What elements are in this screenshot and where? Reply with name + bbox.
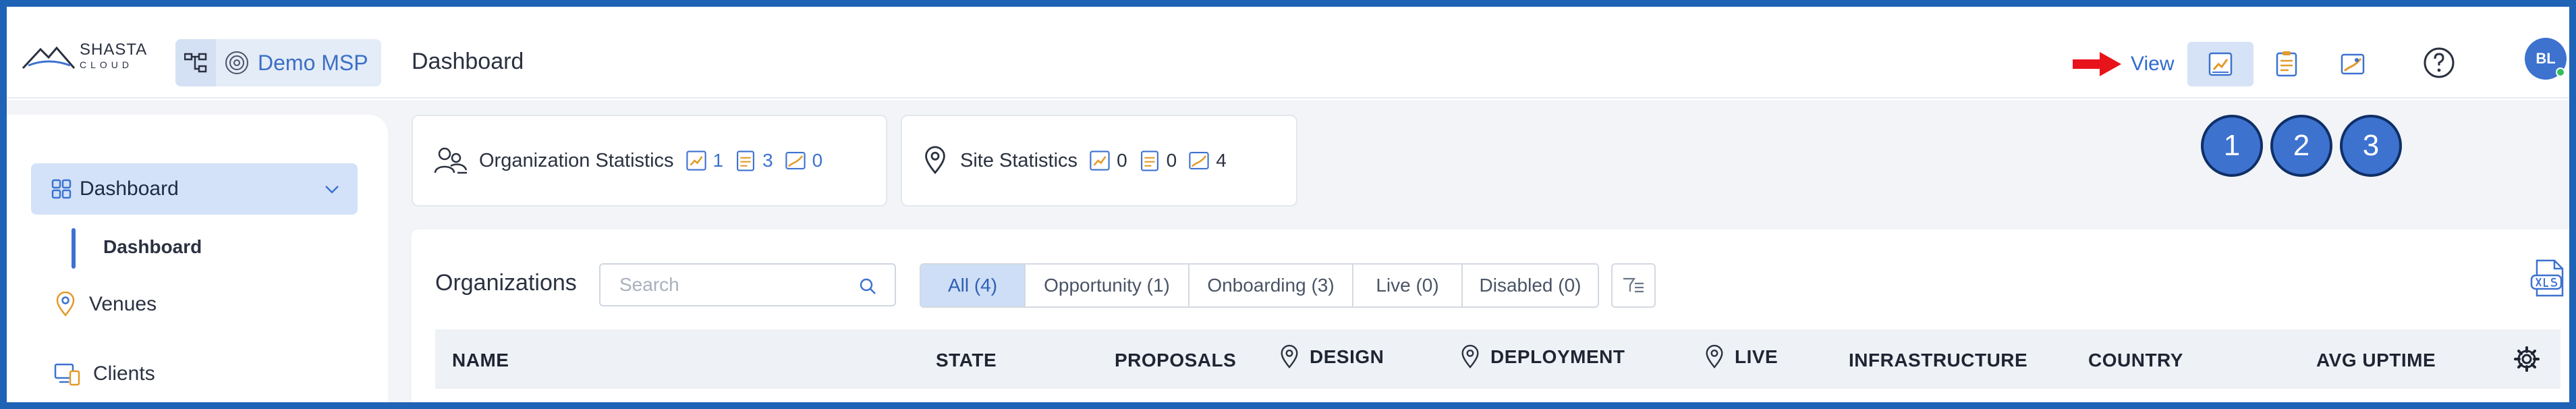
- callout-3: 3: [2340, 115, 2402, 177]
- fingerprint-icon: [225, 51, 248, 74]
- view-button-map[interactable]: [2320, 42, 2386, 86]
- tab-opportunity[interactable]: Opportunity (1): [1026, 265, 1189, 306]
- logo-line1: SHASTA: [80, 40, 148, 59]
- organization-filter-tabs: All (4) Opportunity (1) Onboarding (3) L…: [920, 263, 1599, 308]
- column-header-proposals[interactable]: PROPOSALS: [1115, 350, 1236, 371]
- map-icon: [2341, 53, 2365, 75]
- view-label: View: [2131, 53, 2175, 75]
- tab-disabled[interactable]: Disabled (0): [1463, 265, 1598, 306]
- organization-statistics-card: Organization Statistics 1 3 0: [412, 115, 887, 207]
- callout-2: 2: [2270, 115, 2332, 177]
- xls-file-icon: [2530, 259, 2564, 297]
- hierarchy-toggle[interactable]: [175, 39, 216, 86]
- avatar-initials: BL: [2536, 50, 2556, 67]
- sidebar-item-venues[interactable]: Venues: [54, 292, 157, 317]
- sidebar-item-label: Dashboard: [80, 178, 179, 200]
- site-statistics-card: Site Statistics 0 0 4: [901, 115, 1297, 207]
- dashboard-chart-icon: [2209, 52, 2233, 76]
- search-input[interactable]: [600, 265, 850, 305]
- location-pin-icon: [1706, 344, 1723, 369]
- grid-icon: [51, 179, 72, 199]
- gear-icon[interactable]: [2513, 346, 2540, 373]
- view-button-dashboard[interactable]: [2187, 42, 2254, 86]
- callout-1: 1: [2201, 115, 2263, 177]
- column-header-infrastructure[interactable]: INFRASTRUCTURE: [1849, 350, 2027, 371]
- column-header-design[interactable]: DESIGN: [1279, 344, 1384, 370]
- msp-selector[interactable]: Demo MSP: [175, 39, 381, 86]
- mountain-logo-icon: [22, 46, 76, 69]
- location-pin-icon: [1461, 344, 1479, 369]
- view-button-report[interactable]: [2253, 42, 2320, 86]
- design-icon: [685, 151, 706, 171]
- column-header-state[interactable]: STATE: [936, 350, 997, 371]
- column-header-deployment[interactable]: DEPLOYMENT: [1459, 344, 1625, 370]
- view-toggle-group: [2187, 42, 2386, 86]
- deployment-icon: [737, 151, 755, 171]
- red-arrow-icon: [2073, 52, 2121, 76]
- column-header-label: DEPLOYMENT: [1490, 346, 1625, 367]
- top-header: SHASTA CLOUD Demo MSP Dashboard View BL: [7, 7, 2569, 99]
- sidebar-item-label: Clients: [93, 362, 155, 385]
- tab-all[interactable]: All (4): [921, 265, 1026, 306]
- filter-list-icon: [1623, 277, 1644, 293]
- tab-live[interactable]: Live (0): [1353, 265, 1463, 306]
- site-design-count: 0: [1117, 150, 1127, 171]
- location-pin-icon: [56, 292, 75, 317]
- view-switcher: View: [2073, 42, 2386, 86]
- organization-statistics-label: Organization Statistics: [479, 149, 674, 171]
- column-header-country[interactable]: COUNTRY: [2088, 350, 2183, 371]
- checklist-report-icon: [2276, 51, 2297, 77]
- site-live-count: 4: [1216, 150, 1227, 171]
- user-avatar[interactable]: BL: [2525, 38, 2567, 80]
- chevron-down-icon[interactable]: [323, 180, 341, 198]
- organizations-panel: Organizations All (4) Opportunity (1) On…: [412, 229, 2569, 402]
- users-icon: [434, 147, 468, 174]
- column-header-label: DESIGN: [1310, 346, 1384, 367]
- site-statistics-label: Site Statistics: [960, 149, 1078, 171]
- shasta-cloud-logo[interactable]: SHASTA CLOUD: [22, 42, 147, 70]
- live-icon: [785, 152, 806, 169]
- location-pin-icon: [925, 146, 945, 175]
- sidebar: Dashboard Dashboard Venues Clients: [7, 115, 388, 402]
- org-deployment-count: 3: [762, 150, 773, 171]
- tab-onboarding[interactable]: Onboarding (3): [1189, 265, 1353, 306]
- active-subitem-indicator: [72, 228, 76, 269]
- deployment-icon: [1140, 151, 1158, 171]
- column-header-live[interactable]: LIVE: [1704, 344, 1778, 370]
- site-deployment-count: 0: [1166, 150, 1177, 171]
- logo-line2: CLOUD: [80, 59, 134, 70]
- org-live-count: 0: [812, 150, 823, 171]
- design-icon: [1090, 151, 1110, 171]
- search-icon[interactable]: [858, 277, 877, 296]
- online-status-dot: [2556, 67, 2565, 77]
- devices-icon: [54, 363, 80, 386]
- export-xls-button[interactable]: [2530, 258, 2568, 302]
- org-tree-icon: [184, 53, 207, 73]
- page-title: Dashboard: [412, 49, 524, 74]
- column-header-label: LIVE: [1735, 346, 1779, 367]
- column-header-avg-uptime[interactable]: AVG UPTIME: [2316, 350, 2436, 371]
- app-window: SHASTA CLOUD Demo MSP Dashboard View BL …: [0, 0, 2576, 409]
- org-design-count: 1: [712, 150, 724, 171]
- sidebar-item-clients[interactable]: Clients: [54, 362, 155, 386]
- search-box: [599, 263, 896, 306]
- organizations-table-header: NAME STATE PROPOSALS DESIGN DEPLOYMENT L…: [435, 329, 2560, 389]
- sidebar-subitem-dashboard[interactable]: Dashboard: [103, 236, 202, 258]
- column-header-name[interactable]: NAME: [452, 350, 509, 371]
- organizations-title: Organizations: [435, 270, 577, 296]
- sidebar-item-dashboard[interactable]: Dashboard: [31, 163, 358, 215]
- msp-name: Demo MSP: [258, 50, 368, 75]
- location-pin-icon: [1281, 344, 1298, 369]
- sidebar-item-label: Venues: [89, 293, 157, 315]
- column-filter-button[interactable]: [1611, 263, 1656, 308]
- live-icon: [1189, 152, 1209, 169]
- help-icon[interactable]: [2422, 46, 2456, 80]
